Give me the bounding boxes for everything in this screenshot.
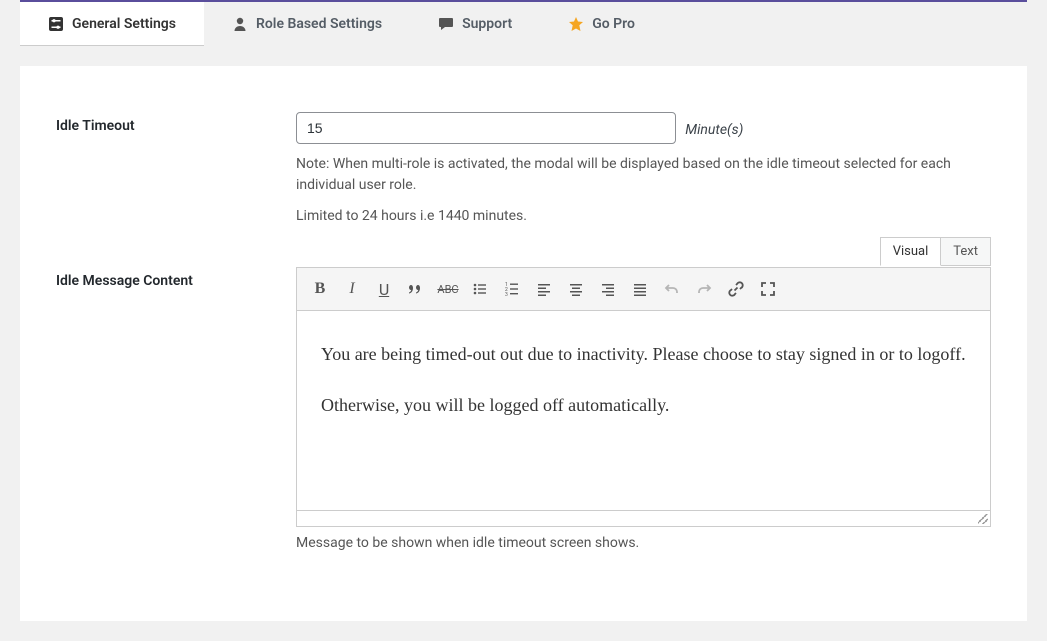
fullscreen-button[interactable]: [753, 274, 783, 304]
italic-button[interactable]: I: [337, 274, 367, 304]
idle-timeout-label: Idle Timeout: [56, 112, 296, 134]
align-left-button[interactable]: [529, 274, 559, 304]
rich-text-editor: Visual Text B I U ABC: [296, 267, 991, 527]
message-paragraph: Otherwise, you will be logged off automa…: [321, 390, 966, 421]
tab-bar: General Settings Role Based Settings Sup…: [20, 0, 1027, 46]
strikethrough-button[interactable]: ABC: [433, 274, 463, 304]
tab-support[interactable]: Support: [410, 2, 540, 46]
idle-timeout-input[interactable]: [296, 112, 676, 144]
bold-button[interactable]: B: [305, 274, 335, 304]
idle-message-label: Idle Message Content: [56, 267, 296, 289]
message-paragraph: You are being timed-out out due to inact…: [321, 339, 966, 370]
editor-mode-text[interactable]: Text: [940, 237, 991, 266]
editor-content-area[interactable]: You are being timed-out out due to inact…: [296, 311, 991, 511]
resize-grip-icon[interactable]: [978, 514, 988, 524]
sliders-icon: [48, 16, 64, 32]
idle-timeout-note2: Limited to 24 hours i.e 1440 minutes.: [296, 206, 991, 227]
undo-button[interactable]: [657, 274, 687, 304]
bullet-list-button[interactable]: [465, 274, 495, 304]
tab-label: Role Based Settings: [256, 16, 382, 32]
tab-general-settings[interactable]: General Settings: [20, 2, 204, 46]
settings-panel: Idle Timeout Minute(s) Note: When multi-…: [20, 66, 1027, 621]
editor-status-bar: [296, 511, 991, 527]
idle-timeout-note1: Note: When multi-role is activated, the …: [296, 154, 991, 196]
user-icon: [232, 16, 248, 32]
redo-button[interactable]: [689, 274, 719, 304]
blockquote-button[interactable]: [401, 274, 431, 304]
star-icon: [568, 16, 584, 32]
underline-button[interactable]: U: [369, 274, 399, 304]
idle-timeout-unit: Minute(s): [685, 122, 743, 138]
tab-label: General Settings: [72, 16, 176, 32]
comment-icon: [438, 16, 454, 32]
tab-label: Support: [462, 16, 512, 32]
tab-label: Go Pro: [592, 16, 635, 32]
svg-text:3: 3: [505, 292, 508, 297]
align-right-button[interactable]: [593, 274, 623, 304]
align-center-button[interactable]: [561, 274, 591, 304]
editor-mode-visual[interactable]: Visual: [880, 237, 942, 266]
align-justify-button[interactable]: [625, 274, 655, 304]
link-button[interactable]: [721, 274, 751, 304]
numbered-list-button[interactable]: 123: [497, 274, 527, 304]
editor-toolbar: B I U ABC 123: [296, 267, 991, 311]
tab-role-based-settings[interactable]: Role Based Settings: [204, 2, 410, 46]
idle-message-description: Message to be shown when idle timeout sc…: [296, 535, 991, 551]
tab-go-pro[interactable]: Go Pro: [540, 2, 663, 46]
